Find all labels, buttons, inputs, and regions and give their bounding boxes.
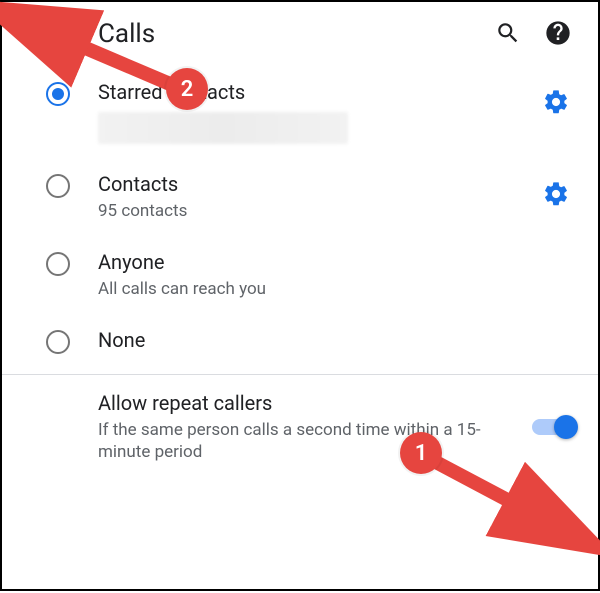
help-button[interactable] [536,12,580,56]
option-contacts[interactable]: Contacts 95 contacts [2,158,598,236]
gear-icon [542,88,570,116]
option-starred-contacts[interactable]: Starred contacts [2,66,598,158]
help-icon [544,19,572,50]
page-title: Calls [58,19,486,49]
settings-gear-button[interactable] [534,172,578,216]
arrow-left-icon [23,20,49,49]
option-title: Contacts [98,172,526,196]
gear-icon [542,180,570,208]
allow-repeat-callers-row[interactable]: Allow repeat callers If the same person … [2,375,598,481]
radio-unselected-icon [46,252,70,276]
option-title: Starred contacts [98,80,526,104]
redacted-subtext [98,112,348,144]
setting-subtitle: If the same person calls a second time w… [98,419,492,463]
radio-unselected-icon [46,174,70,198]
toggle-switch[interactable] [532,413,578,441]
caller-options-list: Starred contacts Contacts 95 contacts [2,66,598,374]
back-button[interactable] [14,12,58,56]
radio-selected-icon [46,82,70,106]
switch-thumb [554,415,578,439]
option-anyone[interactable]: Anyone All calls can reach you [2,236,598,314]
radio-unselected-icon [46,330,70,354]
search-icon [495,20,521,49]
option-subtitle: All calls can reach you [98,278,526,300]
option-none[interactable]: None [2,314,598,374]
option-subtitle: 95 contacts [98,200,526,222]
setting-title: Allow repeat callers [98,391,492,415]
option-title: Anyone [98,250,526,274]
search-button[interactable] [486,12,530,56]
app-bar: Calls [2,2,598,66]
option-title: None [98,328,526,352]
settings-gear-button[interactable] [534,80,578,124]
